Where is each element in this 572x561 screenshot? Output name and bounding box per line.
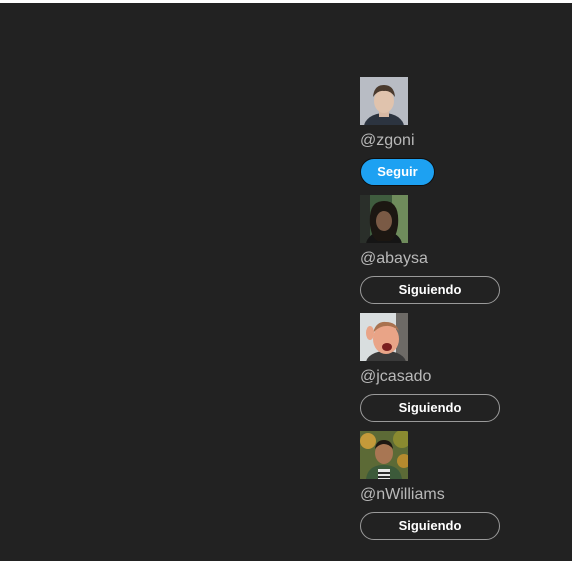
user-list: @zgoni Seguir @abaysa Siguiendo @jcasado… — [360, 77, 560, 549]
user-card-abaysa: @abaysa Siguiendo — [360, 195, 560, 313]
user-handle: @jcasado — [360, 368, 432, 385]
window-top-border — [0, 0, 572, 3]
user-handle: @abaysa — [360, 250, 428, 267]
user-card-jcasado: @jcasado Siguiendo — [360, 313, 560, 431]
user-card-nwilliams: @nWilliams Siguiendo — [360, 431, 560, 549]
avatar[interactable] — [360, 313, 408, 361]
following-button[interactable]: Siguiendo — [360, 394, 500, 422]
following-button[interactable]: Siguiendo — [360, 276, 500, 304]
avatar[interactable] — [360, 431, 408, 479]
follow-button[interactable]: Seguir — [360, 158, 435, 186]
avatar[interactable] — [360, 195, 408, 243]
avatar[interactable] — [360, 77, 408, 125]
following-button[interactable]: Siguiendo — [360, 512, 500, 540]
user-handle: @zgoni — [360, 132, 415, 149]
user-card-zgoni: @zgoni Seguir — [360, 77, 560, 195]
user-handle: @nWilliams — [360, 486, 445, 503]
